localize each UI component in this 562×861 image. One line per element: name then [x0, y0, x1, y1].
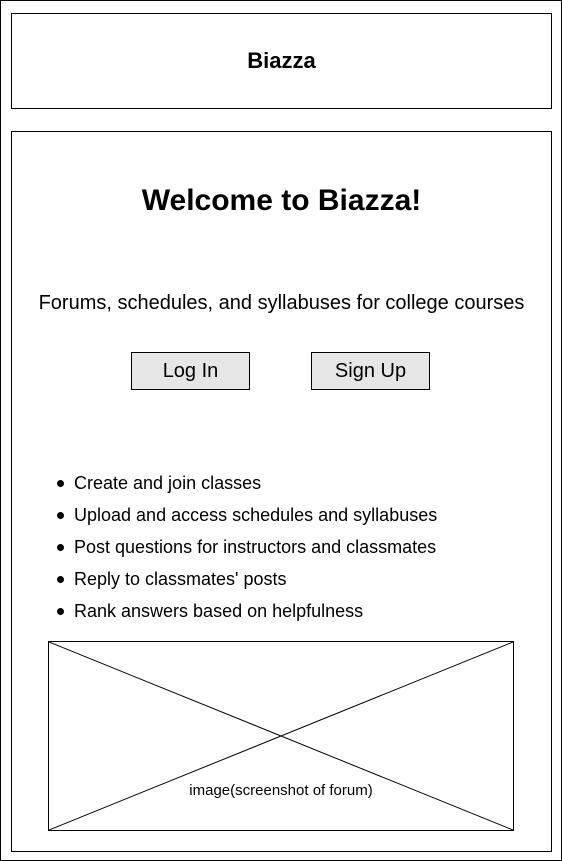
feature-text: Create and join classes: [74, 473, 262, 493]
list-item: Rank answers based on helpfulness: [12, 600, 437, 632]
tagline: Forums, schedules, and syllabuses for co…: [38, 292, 525, 314]
page-frame: Biazza Welcome to Biazza! Forums, schedu…: [0, 0, 562, 861]
bullet-icon: [57, 544, 64, 551]
feature-list: Create and join classes Upload and acces…: [12, 472, 437, 632]
bullet-icon: [57, 608, 64, 615]
feature-text: Upload and access schedules and syllabus…: [74, 505, 438, 525]
placeholder-cross-icon: [49, 642, 513, 830]
app-header: Biazza: [11, 13, 552, 109]
login-button[interactable]: Log In: [131, 352, 250, 390]
main-panel: Welcome to Biazza! Forums, schedules, an…: [11, 131, 552, 852]
signup-button[interactable]: Sign Up: [311, 352, 430, 390]
image-placeholder-label: image(screenshot of forum): [189, 782, 373, 799]
list-item: Post questions for instructors and class…: [12, 536, 437, 568]
bullet-icon: [57, 576, 64, 583]
image-placeholder: image(screenshot of forum): [48, 641, 514, 831]
feature-text: Post questions for instructors and class…: [74, 537, 437, 557]
feature-text: Rank answers based on helpfulness: [74, 601, 364, 621]
list-item: Upload and access schedules and syllabus…: [12, 504, 437, 536]
list-item: Reply to classmates' posts: [12, 568, 437, 600]
bullet-icon: [57, 480, 64, 487]
app-title: Biazza: [247, 48, 316, 73]
bullet-icon: [57, 512, 64, 519]
list-item: Create and join classes: [12, 472, 437, 504]
feature-text: Reply to classmates' posts: [74, 569, 287, 589]
welcome-heading: Welcome to Biazza!: [141, 184, 422, 217]
